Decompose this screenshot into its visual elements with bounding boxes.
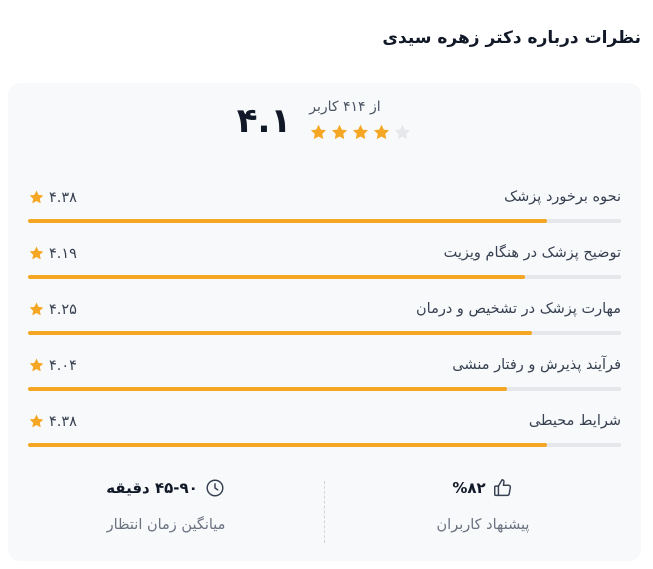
star-icon: [29, 190, 44, 204]
wait-time-value: ۴۵-۹۰ دقیقه: [106, 479, 198, 497]
rating-card: از ۴۱۴ کاربر ۴.۱ نحوه برخورد پزشک ۴.۳۸ توض…: [8, 83, 641, 561]
rating-row-score: ۴.۳۸: [28, 189, 77, 206]
rating-row-bar-fill: [28, 219, 548, 223]
recommend-stat: %۸۲ پیشنهاد کاربران: [325, 477, 641, 547]
rating-row-score-value: ۴.۱۹: [49, 245, 77, 262]
stats-footer: %۸۲ پیشنهاد کاربران ۴۵-۹۰ دقیقه میانگین …: [8, 477, 641, 547]
rating-row-bar-fill: [28, 387, 508, 391]
rating-row-label: نحوه برخورد پزشک: [504, 189, 621, 205]
rating-row-score-value: ۴.۳۸: [49, 413, 77, 430]
rating-row-label: فرآیند پذیرش و رفتار منشی: [452, 357, 621, 373]
star-icon: [29, 358, 44, 372]
star-filled-icon: [332, 124, 348, 140]
thumbs-up-icon: [493, 479, 511, 497]
wait-time-label: میانگین زمان انتظار: [106, 517, 226, 533]
rating-row-score: ۴.۰۴: [28, 357, 77, 374]
rating-summary-details: از ۴۱۴ کاربر: [309, 99, 412, 142]
rating-row: فرآیند پذیرش و رفتار منشی ۴.۰۴: [28, 353, 621, 409]
overall-score: ۴.۱: [236, 100, 292, 141]
star-filled-icon: [353, 124, 369, 140]
rating-row: نحوه برخورد پزشک ۴.۳۸: [28, 185, 621, 241]
clock-icon: [206, 479, 224, 497]
rating-row-score: ۴.۱۹: [28, 245, 77, 262]
rating-row-label: شرایط محیطی: [528, 413, 621, 429]
rating-row-bar: [28, 275, 621, 279]
rating-row-bar: [28, 331, 621, 335]
rating-row: مهارت پزشک در تشخیص و درمان ۴.۲۵: [28, 297, 621, 353]
rating-summary: از ۴۱۴ کاربر ۴.۱: [8, 99, 641, 142]
star-icon: [29, 246, 44, 260]
star-filled-icon: [374, 124, 390, 140]
star-icon: [29, 302, 44, 316]
rating-row-score-value: ۴.۰۴: [49, 357, 77, 374]
recommend-label: پیشنهاد کاربران: [436, 517, 530, 533]
rating-row-score-value: ۴.۳۸: [49, 189, 77, 206]
rating-row-bar: [28, 387, 621, 391]
star-rating: [309, 123, 412, 142]
rating-row-bar-fill: [28, 443, 548, 447]
rating-row: شرایط محیطی ۴.۳۸: [28, 409, 621, 465]
rating-row-label: توضیح پزشک در هنگام ویزیت: [443, 245, 621, 261]
rating-row-score: ۴.۳۸: [28, 413, 77, 430]
rating-row-score: ۴.۲۵: [28, 301, 77, 318]
star-icon: [29, 414, 44, 428]
stats-divider: [324, 481, 325, 543]
star-filled-icon: [311, 124, 327, 140]
rating-row-bar: [28, 443, 621, 447]
wait-time-stat: ۴۵-۹۰ دقیقه میانگین زمان انتظار: [8, 477, 324, 547]
rating-row-bar: [28, 219, 621, 223]
review-count: از ۴۱۴ کاربر: [309, 99, 381, 115]
page-title: نظرات درباره دکتر زهره سیدی: [382, 28, 641, 48]
rating-row-bar-fill: [28, 275, 525, 279]
recommend-value: %۸۲: [452, 479, 486, 497]
rating-row-label: مهارت پزشک در تشخیص و درمان: [416, 301, 621, 317]
rating-row-score-value: ۴.۲۵: [49, 301, 77, 318]
rating-row: توضیح پزشک در هنگام ویزیت ۴.۱۹: [28, 241, 621, 297]
rating-row-bar-fill: [28, 331, 533, 335]
star-empty-icon: [395, 124, 411, 140]
rating-breakdown: نحوه برخورد پزشک ۴.۳۸ توضیح پزشک در هنگام …: [28, 185, 621, 465]
